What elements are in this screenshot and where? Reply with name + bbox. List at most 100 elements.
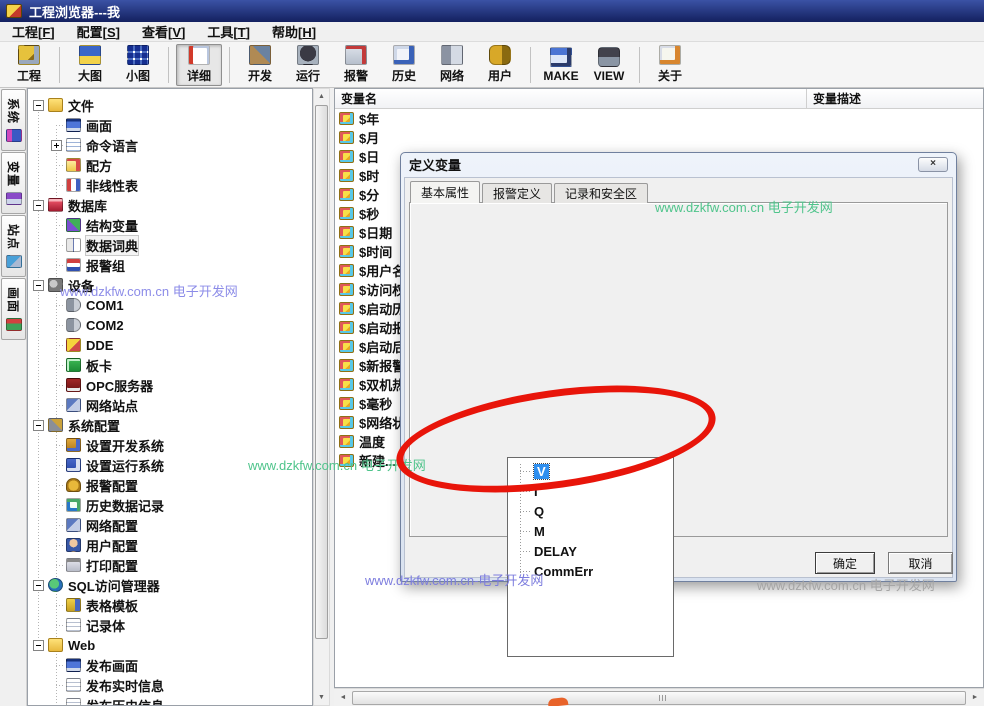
register-option[interactable]: I [508, 481, 673, 501]
collapse-icon[interactable] [33, 640, 44, 651]
expand-icon[interactable] [51, 140, 62, 151]
tree-node[interactable]: Web [28, 635, 312, 655]
menu-view[interactable]: 查看[V] [142, 22, 185, 41]
tree-node[interactable]: DDE [28, 335, 312, 355]
tab-alarm-definition[interactable]: 报警定义 [482, 183, 552, 203]
toolbar-make-button[interactable]: MAKE [538, 44, 584, 86]
toolbar-develop-button[interactable]: 开发 [237, 44, 283, 86]
user-config-icon [66, 538, 81, 552]
tree-node[interactable]: 用户配置 [28, 535, 312, 555]
tree-node[interactable]: 历史数据记录 [28, 495, 312, 515]
toolbar-user-button[interactable]: 用户 [477, 44, 523, 86]
tree-node[interactable]: COM2 [28, 315, 312, 335]
collapse-icon[interactable] [33, 280, 44, 291]
scroll-left-icon[interactable]: ◄ [336, 694, 350, 701]
tree-node[interactable]: 画面 [28, 115, 312, 135]
side-tab-variables[interactable]: 变量 [1, 152, 26, 214]
menu-tools[interactable]: 工具[T] [207, 22, 250, 41]
toolbar-view-button[interactable]: VIEW [586, 44, 632, 86]
tree-node[interactable]: 打印配置 [28, 555, 312, 575]
cancel-button[interactable]: 取消 [888, 552, 953, 574]
horizontal-scrollbar[interactable]: ◄ ► [334, 688, 984, 706]
menu-project[interactable]: 工程[F] [12, 22, 55, 41]
list-item[interactable]: $月 [335, 128, 983, 147]
tree-node[interactable]: OPC服务器 [28, 375, 312, 395]
close-icon[interactable]: × [918, 157, 948, 172]
tree-node[interactable]: 设备 [28, 275, 312, 295]
collapse-icon[interactable] [33, 200, 44, 211]
horizontal-scrollbar-thumb[interactable] [352, 691, 966, 705]
tree-node[interactable]: 记录体 [28, 615, 312, 635]
side-tab-system[interactable]: 系统 [1, 89, 26, 151]
tree-node[interactable]: 发布实时信息 [28, 675, 312, 695]
register-option[interactable]: M [508, 521, 673, 541]
variable-icon [339, 169, 354, 182]
collapse-icon[interactable] [33, 100, 44, 111]
menu-help[interactable]: 帮助[H] [272, 22, 316, 41]
toolbar-history-button[interactable]: 历史 [381, 44, 427, 86]
network-icon [441, 45, 463, 65]
tree-node[interactable]: 发布画面 [28, 655, 312, 675]
toolbar-run-button[interactable]: 运行 [285, 44, 331, 86]
toolbar-details-button[interactable]: 详细 [176, 44, 222, 86]
tree-node[interactable]: 非线性表 [28, 175, 312, 195]
tree-node[interactable]: 报警配置 [28, 475, 312, 495]
orange-marker [548, 697, 569, 706]
side-tab-screens[interactable]: 画面 [1, 278, 26, 340]
collapse-icon[interactable] [33, 580, 44, 591]
tree-node[interactable]: 配方 [28, 155, 312, 175]
tree-node[interactable]: COM1 [28, 295, 312, 315]
tree-node-selected[interactable]: 数据词典 [28, 235, 312, 255]
column-variable-name[interactable]: 变量名 [335, 89, 807, 108]
scroll-right-icon[interactable]: ► [968, 694, 982, 701]
tree-node[interactable]: 网络配置 [28, 515, 312, 535]
variable-icon [339, 340, 354, 353]
tree-node[interactable]: 板卡 [28, 355, 312, 375]
toolbar-large-icons-button[interactable]: 大图 [67, 44, 113, 86]
menu-config[interactable]: 配置[S] [77, 22, 120, 41]
scroll-down-icon[interactable]: ▼ [314, 690, 329, 705]
define-variable-dialog: 定义变量 × 基本属性 报警定义 记录和安全区 变量名: 温度 变量类型: I/… [400, 152, 957, 582]
tree-node[interactable]: 报警组 [28, 255, 312, 275]
variables-tab-icon [6, 192, 22, 205]
tree-scrollbar[interactable]: ▲ ▼ [313, 88, 330, 706]
toolbar-about-button[interactable]: 关于 [647, 44, 693, 86]
register-option[interactable]: CommErr [508, 561, 673, 581]
variable-icon [339, 378, 354, 391]
tree-node[interactable]: 结构变量 [28, 215, 312, 235]
system-tab-icon [6, 129, 22, 142]
register-option[interactable]: DELAY [508, 541, 673, 561]
toolbar-network-button[interactable]: 网络 [429, 44, 475, 86]
register-option[interactable]: V [508, 461, 673, 481]
tree-node[interactable]: 系统配置 [28, 415, 312, 435]
history-icon [393, 45, 415, 65]
screens-tab-icon [6, 318, 22, 331]
column-variable-desc[interactable]: 变量描述 [807, 89, 983, 108]
toolbar-project-button[interactable]: 工程 [6, 44, 52, 86]
side-tab-stations[interactable]: 站点 [1, 215, 26, 277]
toolbar-alarm-button[interactable]: 报警 [333, 44, 379, 86]
tree-node[interactable]: 网络站点 [28, 395, 312, 415]
tree-node[interactable]: SQL访问管理器 [28, 575, 312, 595]
tree-node[interactable]: 数据库 [28, 195, 312, 215]
tree-node[interactable]: 文件 [28, 95, 312, 115]
dialog-title-bar[interactable]: 定义变量 × [401, 153, 956, 175]
ok-button[interactable]: 确定 [815, 552, 875, 574]
app-window: 工程浏览器---我 工程[F] 配置[S] 查看[V] 工具[T] 帮助[H] … [0, 0, 984, 706]
tree-node[interactable]: 发布历史信息 [28, 695, 312, 706]
tab-record-security[interactable]: 记录和安全区 [554, 183, 648, 203]
toolbar-small-icons-button[interactable]: 小图 [115, 44, 161, 86]
variable-icon [339, 359, 354, 372]
large-icons-icon [79, 45, 101, 65]
tree-node[interactable]: 表格模板 [28, 595, 312, 615]
tree-scrollbar-thumb[interactable] [315, 105, 328, 639]
tree-node[interactable]: 命令语言 [28, 135, 312, 155]
collapse-icon[interactable] [33, 420, 44, 431]
tab-basic-properties[interactable]: 基本属性 [410, 181, 480, 203]
register-option[interactable]: Q [508, 501, 673, 521]
scroll-up-icon[interactable]: ▲ [314, 89, 329, 104]
tree-node[interactable]: 设置运行系统 [28, 455, 312, 475]
list-item[interactable]: $年 [335, 109, 983, 128]
project-tree-pane: 文件 画面 命令语言 配方 非线性表 数据库 结构变量 数据词典 报警组 设备 … [27, 88, 313, 706]
tree-node[interactable]: 设置开发系统 [28, 435, 312, 455]
